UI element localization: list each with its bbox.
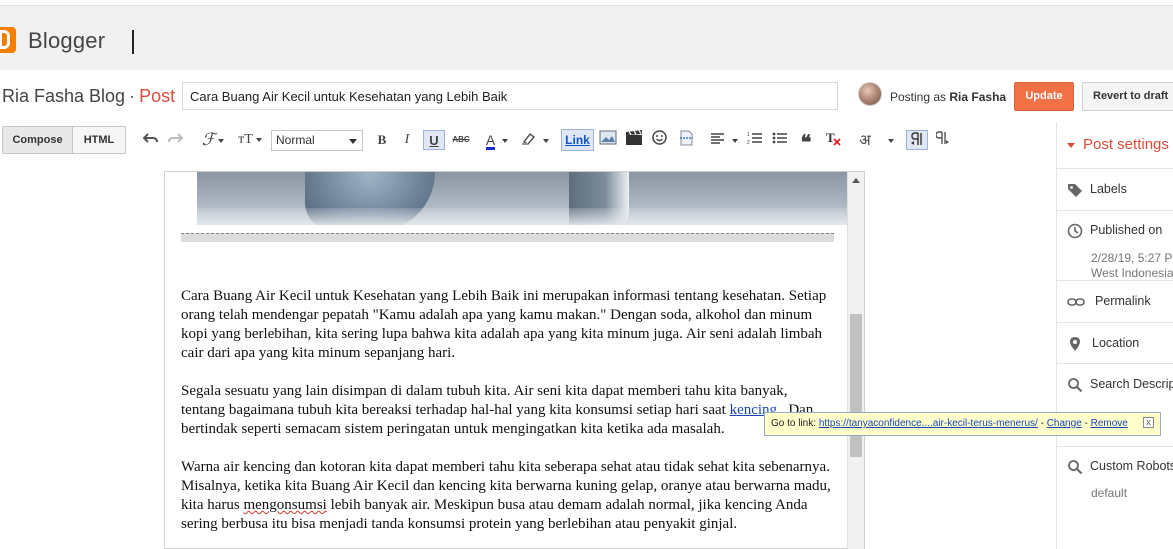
compose-mode-button[interactable]: Compose <box>2 126 73 154</box>
strikethrough-button[interactable]: ABC <box>451 130 471 150</box>
numbered-list-icon[interactable]: 12 <box>746 130 764 150</box>
title-row: Ria Fasha Blog · Post Cara Buang Air Kecil… <box>0 70 1173 122</box>
brand-name[interactable]: Blogger <box>28 28 105 54</box>
sidebar-item-label: Published on <box>1090 223 1163 237</box>
post-title-input[interactable]: Cara Buang Air Kecil untuk Kesehatan yan… <box>182 82 838 110</box>
link-tooltip-sep: - <box>1081 418 1091 429</box>
sidebar-item-location[interactable]: Location <box>1057 322 1173 363</box>
revert-to-draft-button[interactable]: Revert to draft <box>1082 82 1173 111</box>
font-size-icon[interactable]: тT <box>234 130 266 150</box>
link-tooltip-url[interactable]: https://tanyaconfidence....air-kecil-ter… <box>819 418 1038 429</box>
emoji-icon[interactable] <box>650 130 668 150</box>
posting-as-user: Ria Fasha <box>949 90 1007 104</box>
link-tooltip: Go to link: https://tanyaconfidence....a… <box>764 412 1161 436</box>
transliteration-button[interactable]: अ <box>855 130 875 150</box>
close-icon[interactable]: x <box>1143 417 1154 428</box>
link-tooltip-prefix: Go to link: <box>771 418 817 429</box>
italic-button[interactable]: I <box>399 130 415 150</box>
avatar[interactable] <box>858 82 882 106</box>
undo-icon[interactable] <box>142 130 160 150</box>
text-color-letter: A <box>485 132 496 150</box>
sidebar-item-label: Labels <box>1090 182 1127 196</box>
bullet-list-icon[interactable] <box>771 130 789 150</box>
post-image[interactable] <box>197 172 848 225</box>
header-divider <box>132 30 134 54</box>
label-icon <box>1067 182 1083 198</box>
editor-toolbar: Compose HTML ℱ тT Normal B I U ABC A Lin… <box>0 122 1056 158</box>
transliteration-dropdown[interactable] <box>882 130 896 150</box>
posting-as: Posting as Ria Fasha <box>890 90 1006 104</box>
bold-button[interactable]: B <box>374 130 390 150</box>
blog-breadcrumb: Ria Fasha Blog · Post <box>2 86 175 107</box>
section-name: Post <box>139 86 176 106</box>
jump-break-divider <box>181 233 834 242</box>
clear-format-icon[interactable]: T <box>824 130 842 150</box>
svg-text:T: T <box>826 130 835 145</box>
scroll-up-arrow-icon[interactable] <box>852 178 860 183</box>
paragraph: Segala sesuatu yang lain disimpan di dal… <box>181 382 834 439</box>
breadcrumb-separator: · <box>129 86 136 106</box>
sidebar-item-permalink[interactable]: Permalink <box>1057 280 1173 322</box>
search-icon <box>1067 377 1083 393</box>
blogger-logo-icon[interactable] <box>0 27 16 53</box>
post-body-editor[interactable]: Cara Buang Air Kecil untuk Kesehatan yan… <box>164 171 865 549</box>
update-button[interactable]: Update <box>1014 82 1074 111</box>
clock-icon <box>1067 223 1083 239</box>
change-link[interactable]: Change <box>1047 418 1082 429</box>
remove-link[interactable]: Remove <box>1091 418 1128 429</box>
align-icon[interactable] <box>709 130 739 150</box>
sidebar-item-label: Custom Robots tags <box>1090 459 1173 473</box>
highlight-icon[interactable] <box>520 130 550 150</box>
sidebar-item-labels[interactable]: Labels <box>1057 168 1173 210</box>
sidebar-item-label: Location <box>1092 336 1140 350</box>
ltr-icon[interactable] <box>906 130 928 150</box>
video-icon[interactable] <box>624 130 644 150</box>
paragraph: Cara Buang Air Kecil untuk Kesehatan yan… <box>181 288 827 361</box>
redo-icon[interactable] <box>166 130 184 150</box>
sidebar-item-custom-robots-tags[interactable]: Custom Robots tags default <box>1057 446 1173 506</box>
link-button[interactable]: Link <box>561 129 594 151</box>
post-settings-heading[interactable]: Post settings <box>1067 136 1169 153</box>
font-family-icon[interactable]: ℱ <box>198 130 228 150</box>
sidebar-item-search-description[interactable]: Search Description <box>1057 363 1173 405</box>
location-pin-icon <box>1067 336 1083 352</box>
image-icon[interactable] <box>598 130 618 150</box>
misspelled-word[interactable]: mengonsumsi <box>243 497 326 513</box>
paragraph-format-select[interactable]: Normal <box>271 130 363 151</box>
published-timezone: West Indonesia Time <box>1091 266 1173 280</box>
sidebar-item-label: Permalink <box>1095 294 1151 308</box>
blog-name[interactable]: Ria Fasha Blog <box>2 86 125 106</box>
quote-icon[interactable]: ❝ <box>797 130 815 154</box>
paragraph-text: Segala sesuatu yang lain disimpan di dal… <box>181 383 788 418</box>
text-color-icon[interactable]: A <box>482 130 512 150</box>
robots-tags-value: default <box>1091 486 1128 500</box>
svg-text:1: 1 <box>747 132 750 138</box>
underline-button[interactable]: U <box>423 130 445 150</box>
link-tooltip-sep: - <box>1037 418 1047 429</box>
editor-scrollbar[interactable] <box>847 172 864 549</box>
sidebar-item-label: Search Description <box>1090 377 1173 391</box>
svg-text:2: 2 <box>747 140 750 145</box>
sidebar-item-published-on[interactable]: Published on 2/28/19, 5:27 PM West Indon… <box>1057 210 1173 280</box>
jump-break-icon[interactable] <box>677 130 695 150</box>
paragraph: Warna air kencing dan kotoran kita dapat… <box>181 458 834 534</box>
link-icon <box>1067 294 1085 310</box>
search-icon <box>1067 459 1083 475</box>
published-date: 2/28/19, 5:27 PM <box>1091 251 1173 265</box>
post-content[interactable]: Cara Buang Air Kecil untuk Kesehatan yan… <box>181 287 834 548</box>
app-header: Blogger <box>0 6 1173 70</box>
posting-as-prefix: Posting as <box>890 90 947 104</box>
rtl-icon[interactable] <box>934 130 952 150</box>
post-settings-sidebar: Post settings Labels Published on 2/28/1… <box>1056 122 1173 549</box>
html-mode-button[interactable]: HTML <box>72 126 126 154</box>
